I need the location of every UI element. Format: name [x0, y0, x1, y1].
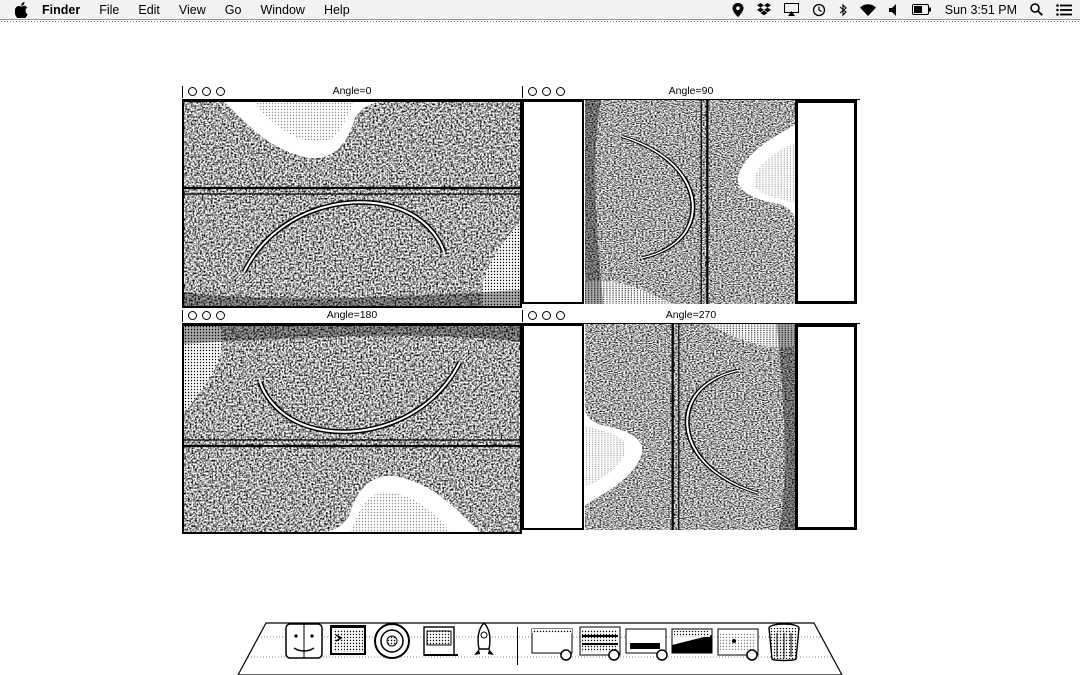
preview-icon[interactable]	[420, 621, 462, 663]
terminal-icon[interactable]	[328, 621, 370, 663]
blank-panel-left	[522, 100, 584, 304]
time-machine-icon[interactable]	[812, 0, 826, 19]
app-menu-finder[interactable]: Finder	[42, 3, 80, 17]
bluetooth-icon[interactable]	[839, 0, 847, 19]
menu-go[interactable]: Go	[225, 3, 242, 17]
spotlight-icon[interactable]	[1030, 0, 1043, 19]
blank-panel-right	[795, 324, 857, 530]
window-title: Angle=0	[332, 85, 372, 97]
dock	[236, 617, 844, 675]
window-titlebar[interactable]: Angle=0	[182, 85, 522, 100]
launchpad-rocket-icon[interactable]	[464, 621, 506, 663]
window-thumbnail-icon[interactable]	[578, 621, 624, 663]
menu-bar: Finder File Edit View Go Window Help Sun…	[0, 0, 1080, 20]
window-titlebar[interactable]: Angle=90	[522, 85, 860, 100]
rotated-photo	[585, 324, 795, 530]
window-thumbnail-icon[interactable]	[530, 621, 576, 663]
rotated-image-90	[522, 100, 860, 308]
window-titlebar[interactable]: Angle=180	[182, 309, 522, 324]
window-title: Angle=90	[668, 85, 714, 97]
rotated-image-0	[182, 100, 522, 308]
status-area: Sun 3:51 PM	[732, 0, 1072, 19]
image-window-angle-0[interactable]: Angle=0	[182, 85, 522, 308]
window-titlebar[interactable]: Angle=270	[522, 309, 860, 324]
menu-file[interactable]: File	[99, 3, 119, 17]
volume-icon[interactable]	[888, 0, 899, 19]
finder-icon[interactable]	[284, 621, 326, 663]
notification-center-icon[interactable]	[1056, 0, 1072, 19]
apple-menu-icon[interactable]	[14, 1, 30, 18]
menu-help[interactable]: Help	[324, 3, 350, 17]
image-window-angle-90[interactable]: Angle=90	[522, 85, 860, 308]
blank-panel-right	[795, 100, 857, 304]
menu-clock[interactable]: Sun 3:51 PM	[945, 0, 1017, 19]
dropbox-icon[interactable]	[756, 0, 771, 19]
trash-icon[interactable]	[764, 621, 806, 663]
window-title: Angle=180	[326, 309, 378, 321]
airplay-icon[interactable]	[783, 0, 799, 19]
dock-separator	[517, 627, 518, 665]
wifi-icon[interactable]	[859, 0, 876, 19]
menu-bar-shadow	[0, 20, 1080, 24]
rotated-image-180	[182, 324, 522, 534]
rotated-image-270	[522, 324, 860, 534]
image-window-angle-270[interactable]: Angle=270	[522, 309, 860, 534]
blank-panel-left	[522, 324, 584, 530]
menu-window[interactable]: Window	[260, 3, 304, 17]
itunes-icon[interactable]	[372, 621, 414, 663]
image-window-angle-180[interactable]: Angle=180	[182, 309, 522, 534]
location-icon[interactable]	[732, 0, 744, 19]
menu-edit[interactable]: Edit	[138, 3, 160, 17]
rotated-photo	[585, 100, 795, 304]
window-thumbnail-icon[interactable]	[716, 621, 762, 663]
window-thumbnail-icon[interactable]	[624, 621, 670, 663]
window-title: Angle=270	[665, 309, 717, 321]
battery-icon[interactable]	[911, 0, 932, 19]
menu-view[interactable]: View	[179, 3, 206, 17]
window-thumbnail-icon[interactable]	[670, 621, 716, 663]
